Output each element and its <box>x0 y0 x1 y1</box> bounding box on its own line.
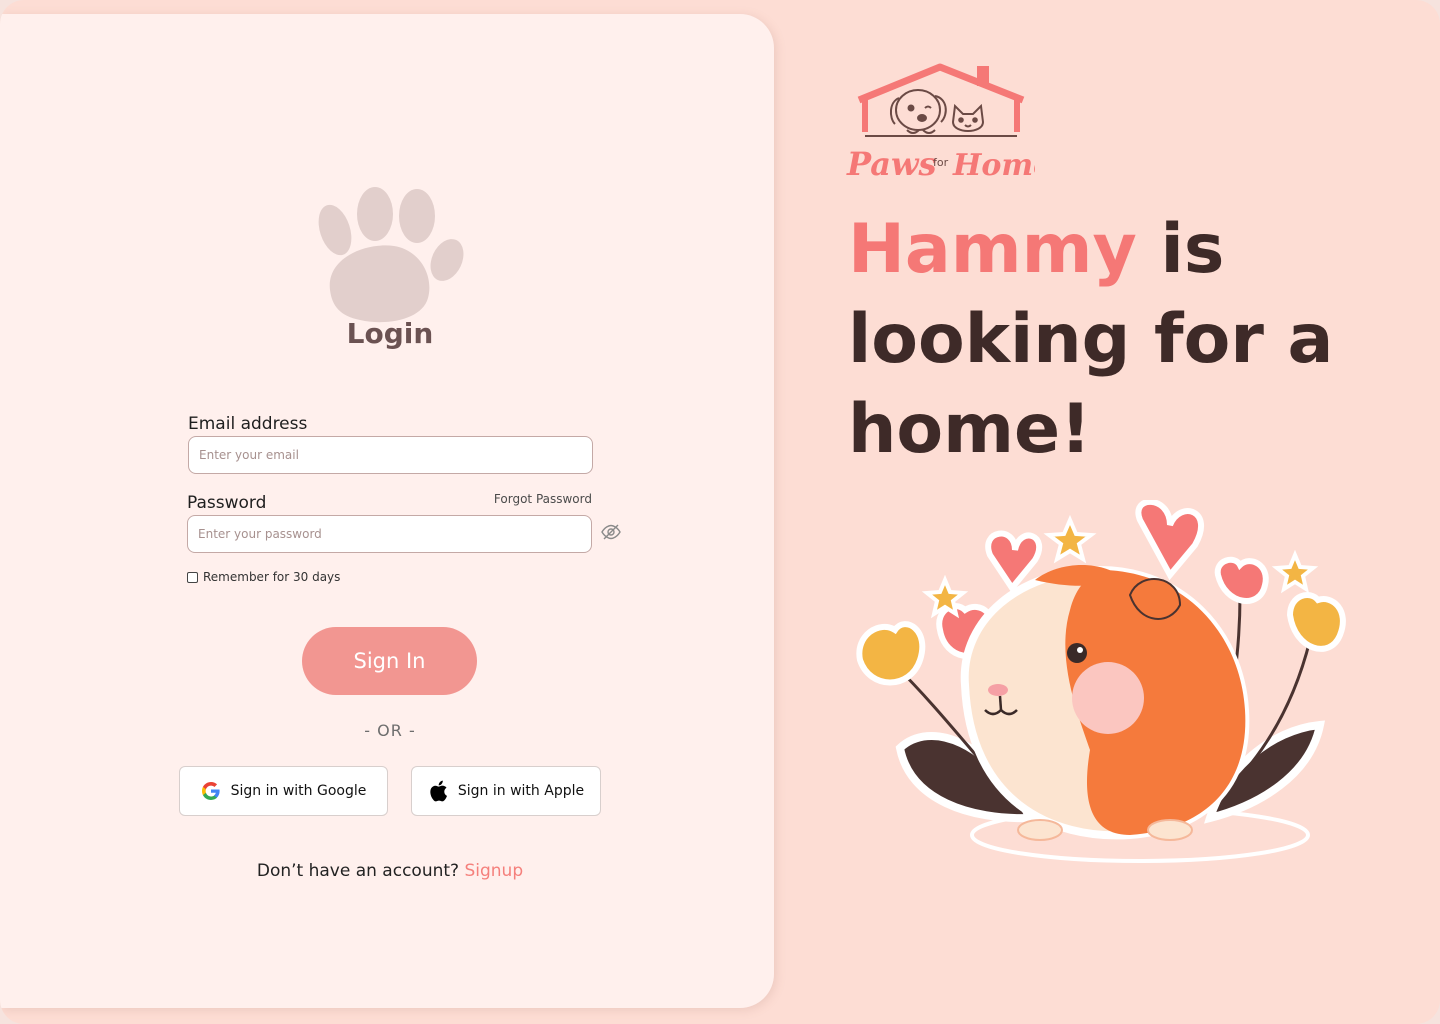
pet-name: Hammy <box>848 210 1137 289</box>
password-input[interactable] <box>187 515 592 553</box>
password-label: Password <box>187 493 267 513</box>
google-sign-in-label: Sign in with Google <box>230 783 367 799</box>
no-account-text: Don’t have an account? <box>256 861 465 881</box>
apple-icon <box>430 780 447 802</box>
paw-icon <box>318 187 464 323</box>
logo-word-home: Home <box>952 148 1035 183</box>
logo-word-paws: Paws <box>846 145 937 183</box>
remember-label: Remember for 30 days <box>203 570 341 584</box>
google-sign-in-button[interactable]: Sign in with Google <box>179 766 388 816</box>
login-card: Login Email address Password Forgot Pass… <box>0 14 774 1008</box>
login-title: Login <box>346 317 434 350</box>
page-frame: Login Email address Password Forgot Pass… <box>0 0 1440 1024</box>
sign-in-button[interactable]: Sign In <box>302 627 477 695</box>
email-label: Email address <box>188 414 308 434</box>
apple-sign-in-label: Sign in with Apple <box>457 783 585 799</box>
remember-me: Remember for 30 days <box>187 570 340 584</box>
paws-for-home-logo: Paws for Home <box>846 63 1035 183</box>
email-input[interactable] <box>188 436 593 474</box>
signup-link[interactable]: Signup <box>464 861 523 881</box>
signup-prompt: Don’t have an account? Signup <box>200 861 580 881</box>
eye-off-icon[interactable] <box>600 522 622 542</box>
logo-word-for: for <box>933 156 949 169</box>
forgot-password-link[interactable]: Forgot Password <box>470 492 592 506</box>
remember-checkbox[interactable] <box>187 571 198 583</box>
hamster-illustration <box>856 500 1346 863</box>
apple-sign-in-button[interactable]: Sign in with Apple <box>411 766 601 816</box>
hero-headline: Hammy is looking for a home! <box>848 205 1408 475</box>
google-icon <box>201 782 220 800</box>
or-divider: - OR - <box>364 721 416 740</box>
